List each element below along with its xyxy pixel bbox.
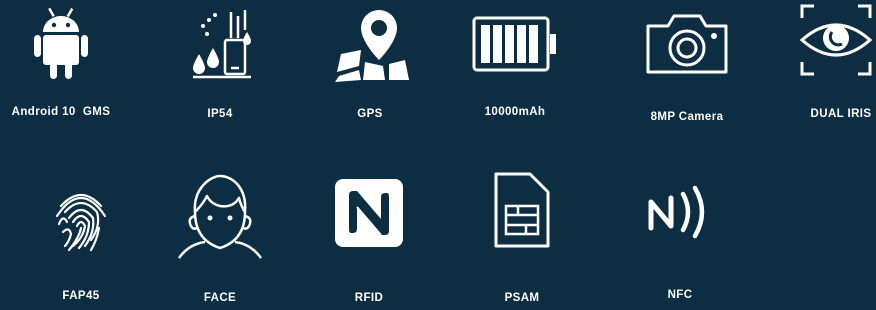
feature-label: 10000mAh	[484, 106, 546, 118]
feature-label: DUAL IRIS	[810, 108, 872, 120]
iris-scan-icon	[766, 0, 876, 96]
face-icon	[145, 170, 295, 266]
feature-gps: GPS	[295, 0, 445, 140]
feature-rfid: RFID	[294, 170, 444, 310]
rfid-n-icon	[294, 170, 444, 266]
map-pin-icon	[295, 0, 445, 96]
feature-camera: 8MP Camera	[612, 0, 762, 140]
feature-label: 8MP Camera	[650, 111, 724, 123]
feature-label: FACE	[203, 292, 237, 304]
water-resistance-icon	[145, 0, 295, 96]
feature-ip54: IP54	[145, 0, 295, 140]
feature-label: RFID	[354, 292, 384, 304]
feature-fap45: FAP45	[6, 170, 156, 310]
feature-dual-iris: DUAL IRIS	[766, 0, 876, 140]
feature-android: Android 10 GMS	[0, 0, 136, 140]
feature-label: FAP45	[62, 290, 100, 302]
feature-label: PSAM	[504, 292, 540, 304]
fingerprint-icon	[6, 170, 156, 266]
feature-label: Android 10 GMS	[11, 106, 111, 118]
feature-label: GPS	[357, 108, 383, 120]
feature-psam: PSAM	[447, 170, 597, 310]
feature-battery: 10000mAh	[440, 0, 590, 140]
android-icon	[0, 0, 136, 96]
feature-face: FACE	[145, 170, 295, 310]
sim-card-icon	[447, 170, 597, 266]
feature-label: IP54	[207, 108, 233, 120]
feature-nfc: NFC	[605, 170, 755, 310]
camera-icon	[612, 0, 762, 96]
nfc-icon	[605, 170, 755, 266]
feature-label: NFC	[667, 289, 693, 301]
battery-icon	[440, 0, 590, 96]
